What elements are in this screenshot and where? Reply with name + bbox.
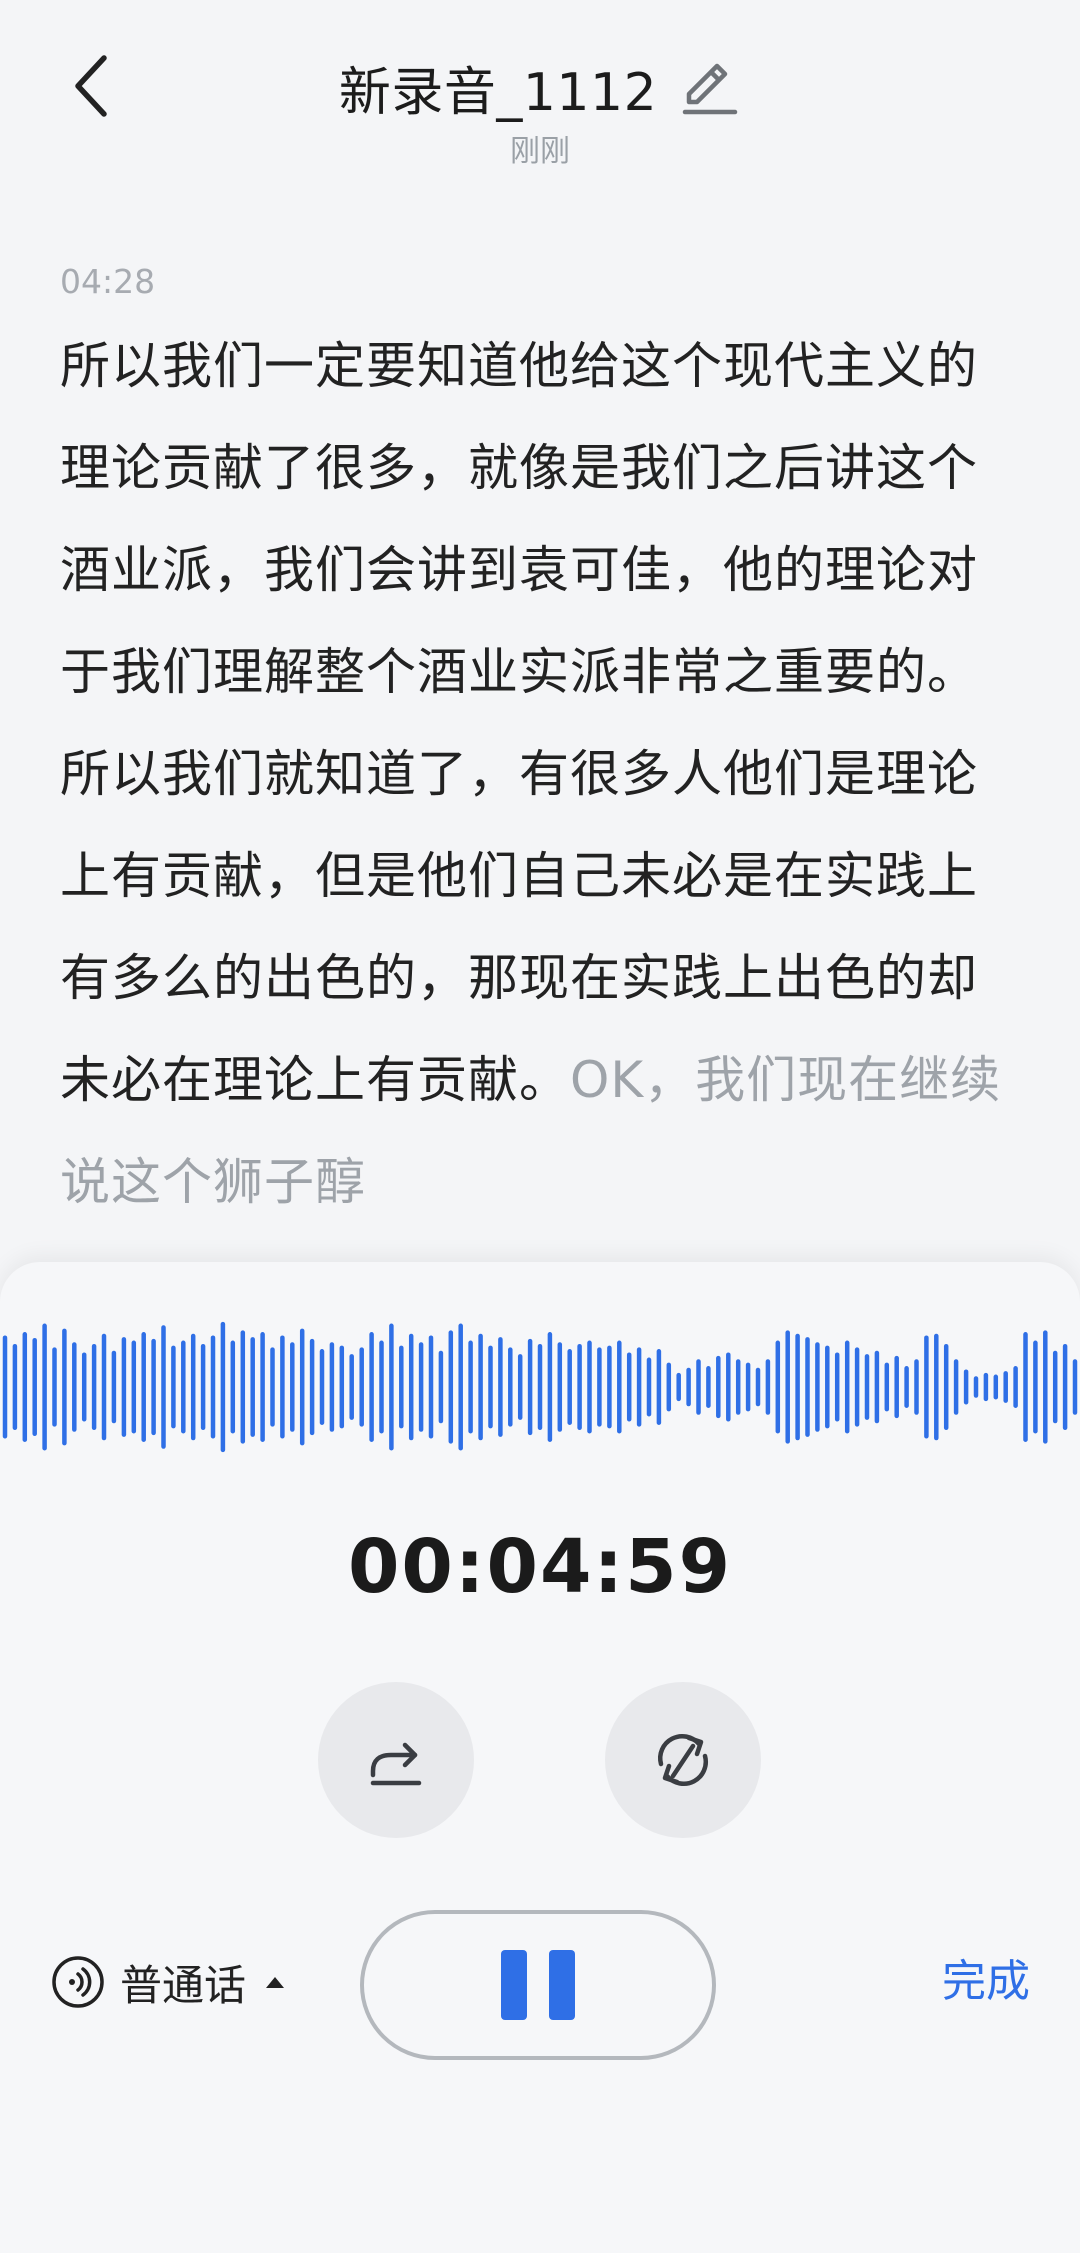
language-selector[interactable]: 普通话: [50, 1952, 285, 2012]
transcript-area: 04:28 所以我们一定要知道他给这个现代主义的理论贡献了很多，就像是我们之后讲…: [60, 262, 1020, 1233]
voice-language-icon: [52, 1956, 104, 2008]
sync-off-button[interactable]: [605, 1682, 761, 1838]
recording-timer: 00:04:59: [347, 1524, 733, 1610]
sync-off-icon: [658, 1734, 708, 1786]
top-bar: 新录音_1112 刚刚: [0, 0, 1080, 180]
share-button[interactable]: [318, 1682, 474, 1838]
recording-title: 新录音_1112: [338, 63, 658, 123]
edit-title-button[interactable]: [677, 56, 741, 120]
pencil-icon: [682, 63, 738, 114]
language-label: 普通话: [120, 1960, 247, 2010]
pause-button[interactable]: [360, 1910, 716, 2060]
share-icon: [370, 1742, 422, 1786]
done-button[interactable]: 完成: [942, 1952, 1030, 2012]
recording-time-label: 刚刚: [510, 134, 570, 169]
recorder-panel: 00:04:59 普通话 完成: [0, 1262, 1080, 2253]
transcript-timestamp: 04:28: [60, 262, 156, 301]
transcript-paragraph: 所以我们一定要知道他给这个现代主义的理论贡献了很多，就像是我们之后讲这个酒业派，…: [60, 315, 1020, 1233]
pause-icon-bar: [549, 1950, 575, 2020]
caret-up-icon: [266, 1976, 285, 1988]
transcript-final-text: 所以我们一定要知道他给这个现代主义的理论贡献了很多，就像是我们之后讲这个酒业派，…: [60, 337, 978, 1109]
pause-icon: [501, 1950, 527, 2020]
waveform: [2, 1321, 1078, 1453]
